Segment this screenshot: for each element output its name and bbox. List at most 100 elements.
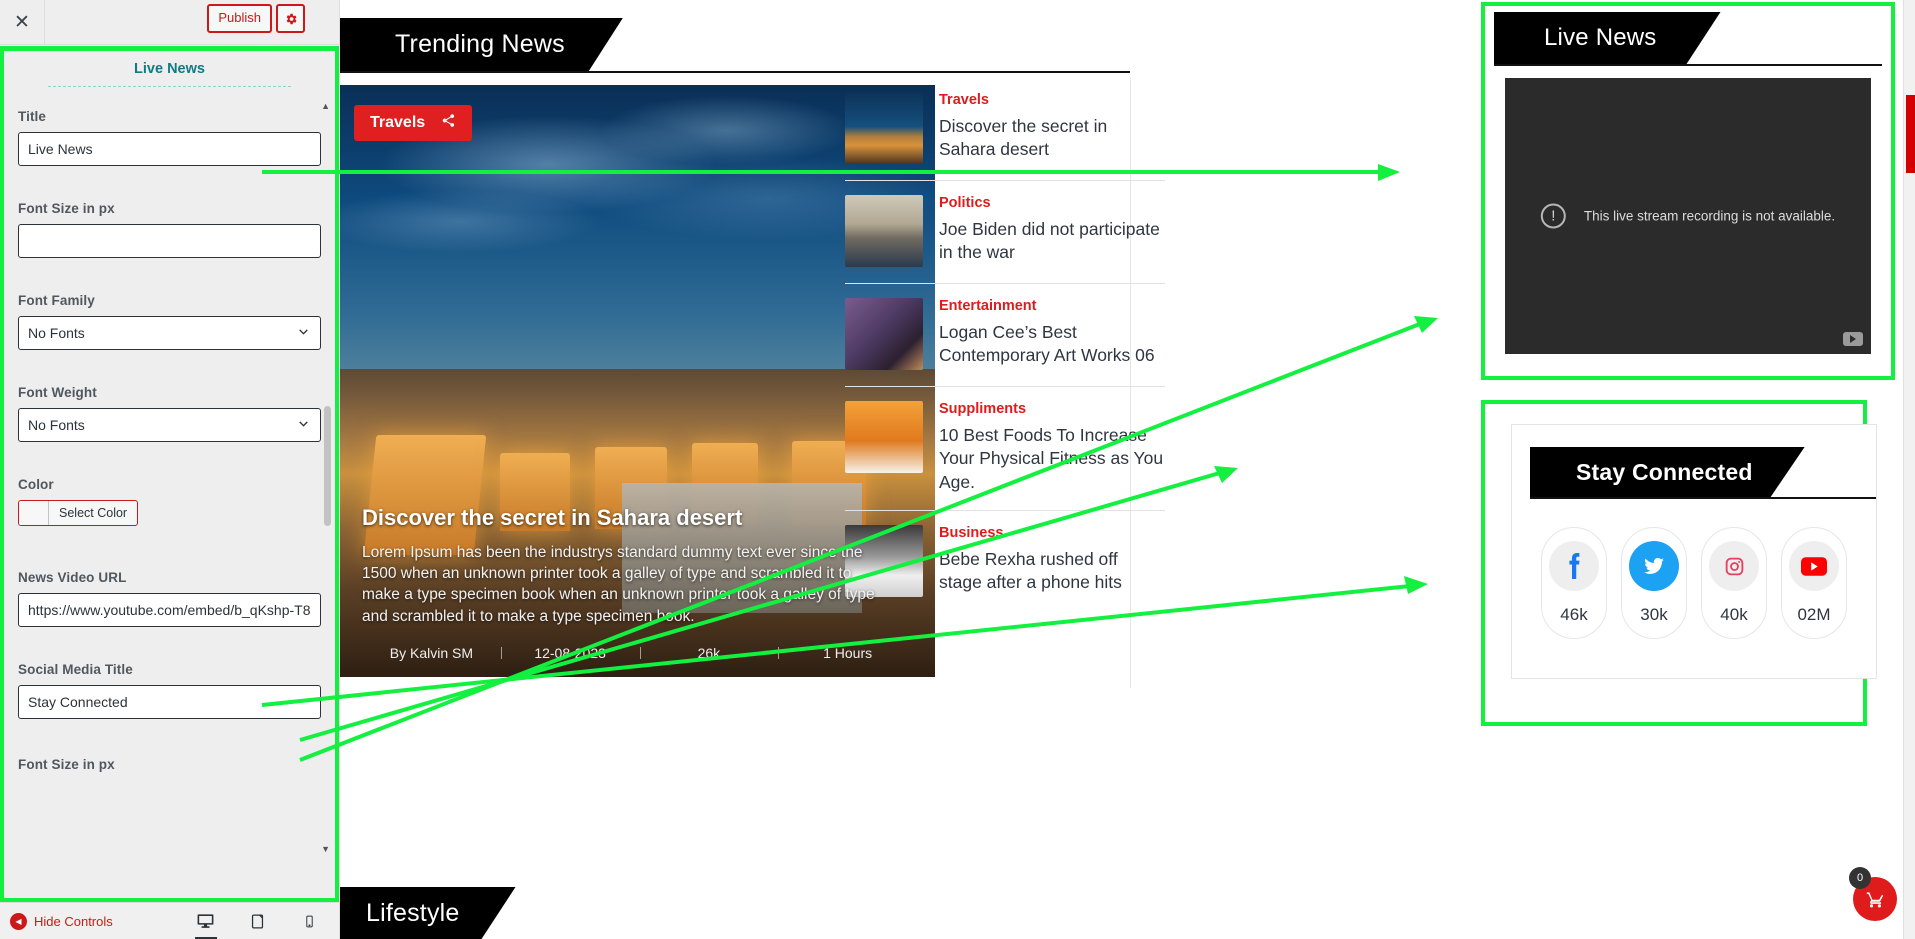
hero-title: Discover the secret in Sahara desert xyxy=(362,504,743,530)
side-red-tab[interactable] xyxy=(1906,95,1915,173)
field-color: Color Select Color xyxy=(18,477,321,530)
scroll-up-icon[interactable]: ▲ xyxy=(321,101,330,111)
trending-banner-wrap: Trending News xyxy=(340,18,1130,73)
news-title: Bebe Rexha rushed off stage after a phon… xyxy=(939,548,1122,593)
stay-connected-banner: Stay Connected xyxy=(1530,447,1805,497)
field-font-size-2: Font Size in px xyxy=(18,757,321,772)
social-banner-rule xyxy=(1530,497,1876,499)
desktop-view-icon[interactable] xyxy=(191,903,221,939)
hero-date: 12-08-2023 xyxy=(500,645,640,661)
player-message-group: ! This live stream recording is not avai… xyxy=(1540,203,1836,229)
hero-views: 26k xyxy=(639,645,779,661)
field-font-size-1: Font Size in px xyxy=(18,201,321,258)
list-item[interactable]: Entertainment Logan Cee’s Best Contempor… xyxy=(845,284,1165,387)
social-link-youtube[interactable]: 02M xyxy=(1781,527,1847,639)
hide-controls-button[interactable]: ◀ Hide Controls xyxy=(0,912,113,930)
field-label: Font Family xyxy=(18,293,95,308)
list-item[interactable]: Politics Joe Biden did not participate i… xyxy=(845,181,1165,284)
list-item[interactable]: Travels Discover the secret in Sahara de… xyxy=(845,78,1165,181)
field-label: Social Media Title xyxy=(18,662,133,677)
font-weight-select[interactable]: No Fonts xyxy=(18,408,321,442)
news-category: Business xyxy=(939,524,1004,541)
lifestyle-banner-wrap: Lifestyle xyxy=(340,887,516,939)
trending-news-banner: Trending News xyxy=(340,18,623,71)
social-links-row: 46k 30k 40k 02M xyxy=(1512,527,1876,639)
twitter-count: 30k xyxy=(1640,605,1668,624)
trending-banner-rule xyxy=(340,71,1130,73)
publish-button[interactable]: Publish xyxy=(207,4,272,34)
stay-connected-inner: Stay Connected 46k 30k 40k 02M xyxy=(1511,424,1877,679)
font-size-input[interactable] xyxy=(18,224,321,258)
facebook-icon xyxy=(1549,541,1599,591)
color-swatch xyxy=(19,501,49,525)
field-label: Font Weight xyxy=(18,385,97,400)
live-news-banner-wrap: Live News xyxy=(1494,12,1882,66)
live-news-banner-rule xyxy=(1494,64,1882,66)
list-item[interactable]: Suppliments 10 Best Foods To Increase Yo… xyxy=(845,387,1165,511)
panel-divider xyxy=(48,86,291,87)
title-input[interactable]: Live News xyxy=(18,132,321,166)
news-title: Discover the secret in Sahara desert xyxy=(939,116,1108,160)
news-title: Joe Biden did not participate in the war xyxy=(939,219,1160,263)
hero-category-badge[interactable]: Travels xyxy=(354,105,473,141)
field-label: Font Size in px xyxy=(18,201,115,216)
close-icon[interactable]: ✕ xyxy=(0,0,45,45)
lifestyle-banner: Lifestyle xyxy=(340,887,516,939)
chevron-down-icon xyxy=(297,417,310,433)
hero-meta-row: By Kalvin SM 12-08-2023 26k 1 Hours xyxy=(362,645,917,677)
news-title: 10 Best Foods To Increase Your Physical … xyxy=(939,425,1164,492)
field-font-weight: Font Weight No Fonts xyxy=(18,385,321,442)
hero-overlay: Discover the secret in Sahara desert Lor… xyxy=(340,505,935,678)
scroll-down-icon[interactable]: ▼ xyxy=(321,844,330,854)
social-link-facebook[interactable]: 46k xyxy=(1541,527,1607,639)
field-label: News Video URL xyxy=(18,570,127,585)
news-category: Entertainment xyxy=(939,298,1037,314)
hero-readtime: 1 Hours xyxy=(778,645,917,661)
field-title: Title Live News xyxy=(18,109,321,166)
panel-title: Live News xyxy=(134,61,205,77)
news-title: Logan Cee’s Best Contemporary Art Works … xyxy=(939,322,1155,366)
news-category: Suppliments xyxy=(939,401,1027,417)
social-media-title-input[interactable]: Stay Connected xyxy=(18,685,321,719)
font-family-select[interactable]: No Fonts xyxy=(18,316,321,350)
news-video-url-input[interactable]: https://www.youtube.com/embed/b_qKshp-T8 xyxy=(18,593,321,627)
instagram-count: 40k xyxy=(1720,605,1748,624)
mobile-view-icon[interactable] xyxy=(295,903,325,939)
font-weight-value: No Fonts xyxy=(28,417,85,433)
news-thumbnail xyxy=(845,195,923,267)
gear-icon[interactable] xyxy=(276,4,305,34)
social-link-instagram[interactable]: 40k xyxy=(1701,527,1767,639)
youtube-icon xyxy=(1789,541,1839,591)
select-color-button[interactable]: Select Color xyxy=(18,500,139,526)
youtube-icon[interactable] xyxy=(1843,332,1863,346)
field-label: Font Size in px xyxy=(18,757,115,772)
stay-connected-widget: Stay Connected 46k 30k 40k 02M xyxy=(1481,400,1877,726)
field-social-media-title: Social Media Title Stay Connected xyxy=(18,662,321,719)
instagram-icon xyxy=(1709,541,1759,591)
facebook-count: 46k xyxy=(1560,605,1588,624)
news-thumbnail xyxy=(845,401,923,473)
news-thumbnail xyxy=(845,92,923,164)
player-message: This live stream recording is not availa… xyxy=(1583,208,1836,224)
live-news-banner: Live News xyxy=(1494,12,1721,64)
publish-group: Publish xyxy=(207,4,305,34)
collapse-icon: ◀ xyxy=(10,912,27,930)
customizer-scrollbar[interactable] xyxy=(324,406,331,526)
tablet-view-icon[interactable] xyxy=(243,903,273,939)
live-stream-player[interactable]: ! This live stream recording is not avai… xyxy=(1505,78,1871,354)
device-preview-group xyxy=(191,903,325,939)
customizer-topbar: ✕ Publish xyxy=(0,0,339,45)
customizer-panel-body: ▲ Live News Title Live News Font Size in… xyxy=(0,46,339,902)
news-category: Politics xyxy=(939,195,991,211)
select-color-label: Select Color xyxy=(59,506,128,520)
customizer-sidebar: ✕ Publish ▲ Live News Title Live News Fo… xyxy=(0,0,340,939)
social-link-twitter[interactable]: 30k xyxy=(1621,527,1687,639)
hero-author: By Kalvin SM xyxy=(389,645,473,661)
field-font-family: Font Family No Fonts xyxy=(18,293,321,350)
field-label: Color xyxy=(18,477,54,492)
field-news-video-url: News Video URL https://www.youtube.com/e… xyxy=(18,570,321,627)
chevron-down-icon xyxy=(297,325,310,341)
news-category: Travels xyxy=(939,92,989,108)
share-icon[interactable] xyxy=(441,113,456,133)
field-label: Title xyxy=(18,109,47,124)
